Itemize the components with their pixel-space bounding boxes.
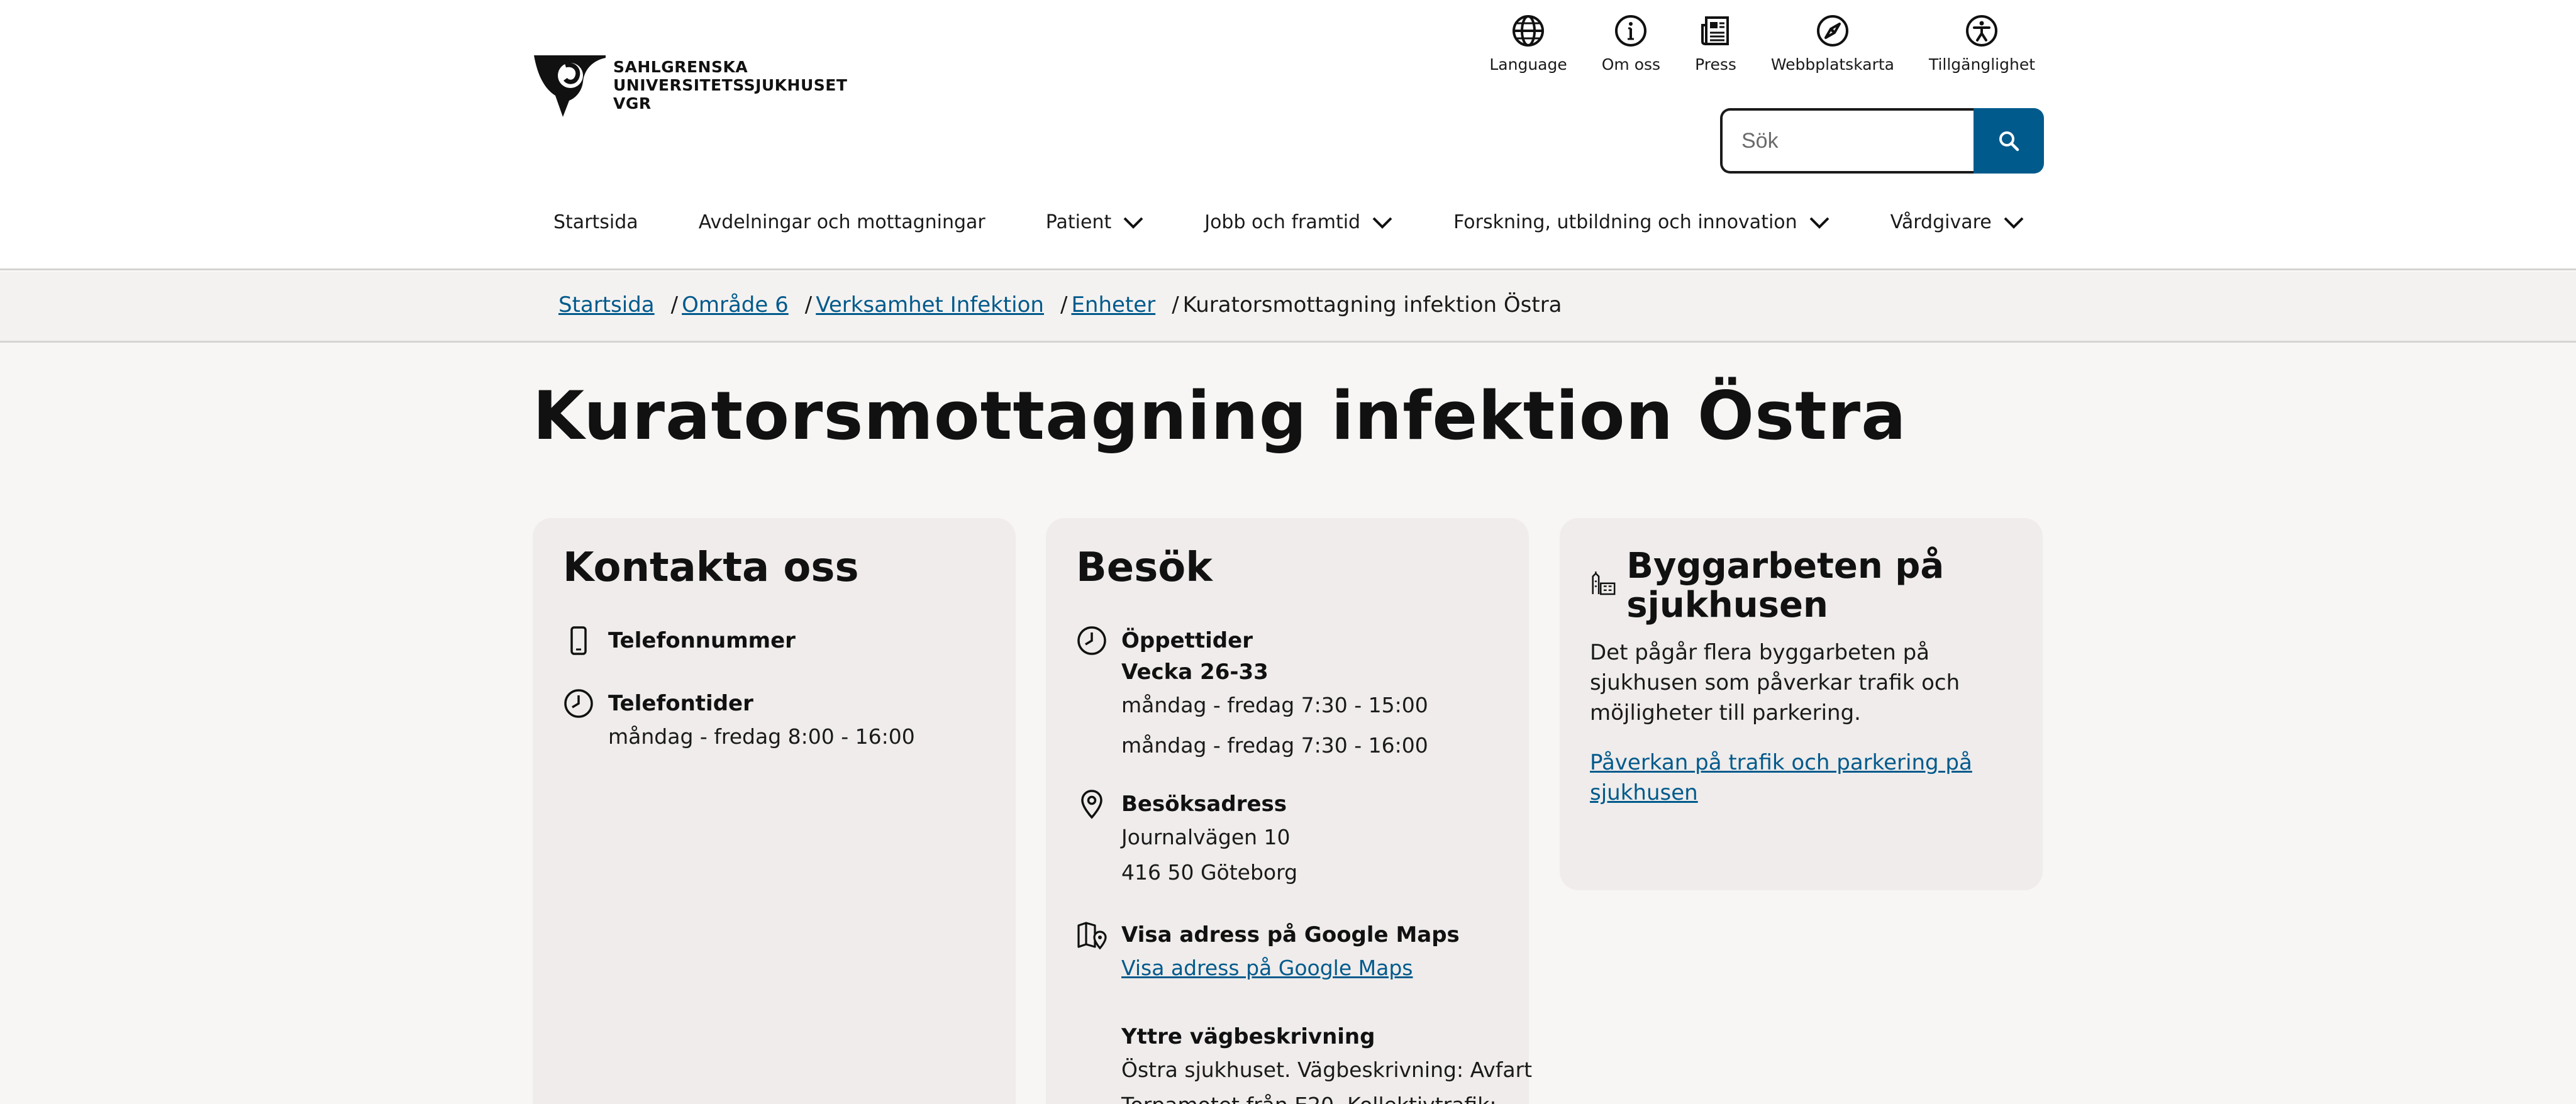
utility-label-webbplatskarta: Webbplatskarta	[1770, 55, 1894, 74]
chevron-down-icon	[1809, 217, 1829, 229]
map-pin-icon	[1077, 922, 1107, 950]
visit-directions-label: Yttre vägbeskrivning	[1121, 1024, 1375, 1049]
page-title: Kuratorsmottagning infektion Östra	[533, 377, 1907, 455]
visit-week: Vecka 26-33	[1121, 660, 1269, 685]
nav-label-avdelningar: Avdelningar och mottagningar	[698, 211, 985, 233]
nav-item-forskning[interactable]: Forskning, utbildning och innovation	[1453, 211, 1830, 233]
nav-item-startsida[interactable]: Startsida	[553, 211, 638, 233]
clock-icon	[564, 689, 593, 718]
visit-address-label: Besöksadress	[1121, 792, 1287, 817]
search-button[interactable]	[1974, 108, 2044, 174]
construction-card: Byggarbeten på sjukhusen Det pågår flera…	[1560, 518, 2043, 890]
nav-item-jobb[interactable]: Jobb och framtid	[1204, 211, 1393, 233]
search-form	[1720, 108, 2044, 174]
breadcrumb-separator: /	[670, 292, 679, 317]
breadcrumb-separator: /	[1060, 292, 1068, 317]
contact-hours-value: måndag - fredag 8:00 - 16:00	[608, 724, 915, 749]
compass-icon	[1816, 15, 1848, 47]
breadcrumb-trail: Startsida / Område 6 / Verksamhet Infekt…	[558, 292, 1562, 317]
nav-label-startsida: Startsida	[553, 211, 638, 233]
logo-mark-icon	[534, 55, 606, 117]
info-icon	[1615, 15, 1647, 47]
breadcrumb-link-omrade[interactable]: Område 6	[682, 292, 789, 317]
visit-opening-row: Öppettider Vecka 26-33 måndag - fredag 7…	[1076, 625, 1428, 763]
contact-phone-label: Telefonnummer	[608, 628, 796, 653]
utility-label-tillganglighet: Tillgänglighet	[1928, 55, 2035, 74]
nav-label-vardgivare: Vårdgivare	[1890, 211, 1992, 233]
accessibility-icon	[1966, 15, 1998, 47]
construction-card-body: Det pågår flera byggarbeten på sjukhusen…	[1590, 640, 1960, 726]
breadcrumb-separator: /	[1172, 292, 1179, 317]
search-icon	[1999, 131, 2019, 152]
visit-hours-1: måndag - fredag 7:30 - 15:00	[1121, 693, 1428, 717]
visit-maps-row: Visa adress på Google Maps Visa adress p…	[1076, 919, 1460, 986]
contact-hours-label: Telefontider	[608, 691, 753, 716]
clock-icon	[1077, 626, 1106, 655]
main-navigation: Startsida Avdelningar och mottagningar P…	[553, 211, 2024, 233]
visit-hours-2: måndag - fredag 7:30 - 16:00	[1121, 733, 1428, 758]
nav-label-jobb: Jobb och framtid	[1204, 211, 1361, 233]
utility-webbplatskarta[interactable]: Webbplatskarta	[1771, 13, 1894, 74]
construction-traffic-link[interactable]: Påverkan på trafik och parkering på sjuk…	[1590, 748, 2018, 808]
utility-label-om-oss: Om oss	[1601, 55, 1661, 74]
location-pin-icon	[1081, 790, 1102, 819]
globe-icon	[1513, 15, 1545, 47]
utility-nav: Language Om oss Press Webbplatskarta Til…	[1455, 13, 2035, 74]
contact-phone-row: Telefonnummer	[563, 625, 796, 656]
visit-address-row: Besöksadress Journalvägen 10 416 50 Göte…	[1076, 788, 1297, 890]
visit-directions-row: Yttre vägbeskrivning Östra sjukhuset. Vä…	[1121, 1021, 1532, 1104]
newspaper-icon	[1701, 16, 1729, 45]
chevron-down-icon	[1123, 217, 1143, 229]
mobile-phone-icon	[570, 626, 587, 655]
nav-label-patient: Patient	[1045, 211, 1112, 233]
utility-tillganglighet[interactable]: Tillgänglighet	[1929, 13, 2035, 74]
visit-address-street: Journalvägen 10	[1121, 825, 1291, 849]
utility-label-language: Language	[1489, 55, 1567, 74]
visit-card: Besök Öppettider Vecka 26-33 måndag - fr…	[1046, 518, 1532, 1104]
contact-card: Kontakta oss Telefonnummer Telefontider …	[533, 518, 1016, 1104]
nav-label-forskning: Forskning, utbildning och innovation	[1453, 211, 1797, 233]
utility-press[interactable]: Press	[1695, 13, 1736, 74]
construction-card-title: Byggarbeten på sjukhusen	[1626, 546, 1945, 626]
construction-building-icon	[1592, 571, 1616, 595]
search-input[interactable]	[1720, 108, 1974, 174]
visit-address-city: 416 50 Göteborg	[1121, 860, 1298, 885]
visit-maps-label: Visa adress på Google Maps	[1121, 922, 1460, 947]
breadcrumb-separator: /	[804, 292, 813, 317]
logo-line-2: UNIVERSITETSSJUKHUSET	[613, 76, 848, 94]
nav-item-vardgivare[interactable]: Vårdgivare	[1890, 211, 2024, 233]
google-maps-link[interactable]: Visa adress på Google Maps	[1121, 951, 1460, 986]
chevron-down-icon	[1372, 217, 1392, 229]
construction-card-heading: Byggarbeten på sjukhusen	[1590, 547, 2043, 625]
visit-opening-label: Öppettider	[1121, 628, 1253, 653]
visit-card-title: Besök	[1076, 544, 1213, 591]
contact-hours-row: Telefontider måndag - fredag 8:00 - 16:0…	[563, 688, 915, 754]
utility-label-press: Press	[1695, 55, 1736, 74]
visit-directions-line-2: Torpamotet från E20. Kollektivtrafik:	[1121, 1088, 1532, 1104]
breadcrumb-link-verksamhet[interactable]: Verksamhet Infektion	[816, 292, 1044, 317]
contact-card-title: Kontakta oss	[563, 544, 859, 591]
breadcrumb-current: Kuratorsmottagning infektion Östra	[1182, 292, 1562, 317]
logo-line-1: SAHLGRENSKA	[613, 58, 748, 76]
nav-item-patient[interactable]: Patient	[1046, 211, 1144, 233]
nav-item-avdelningar[interactable]: Avdelningar och mottagningar	[699, 211, 985, 233]
breadcrumb: Startsida / Område 6 / Verksamhet Infekt…	[0, 272, 2576, 343]
visit-directions-line-1: Östra sjukhuset. Vägbeskrivning: Avfart	[1121, 1057, 1533, 1082]
breadcrumb-link-startsida[interactable]: Startsida	[558, 292, 655, 317]
site-logo[interactable]: SAHLGRENSKA UNIVERSITETSSJUKHUSET VGR	[533, 54, 847, 119]
chevron-down-icon	[2004, 217, 2024, 229]
logo-line-3: VGR	[613, 94, 652, 113]
site-header: SAHLGRENSKA UNIVERSITETSSJUKHUSET VGR La…	[0, 0, 2576, 270]
utility-language[interactable]: Language	[1489, 13, 1567, 74]
breadcrumb-link-enheter[interactable]: Enheter	[1071, 292, 1155, 317]
utility-om-oss[interactable]: Om oss	[1602, 13, 1660, 74]
logo-wordmark: SAHLGRENSKA UNIVERSITETSSJUKHUSET VGR	[613, 58, 847, 113]
